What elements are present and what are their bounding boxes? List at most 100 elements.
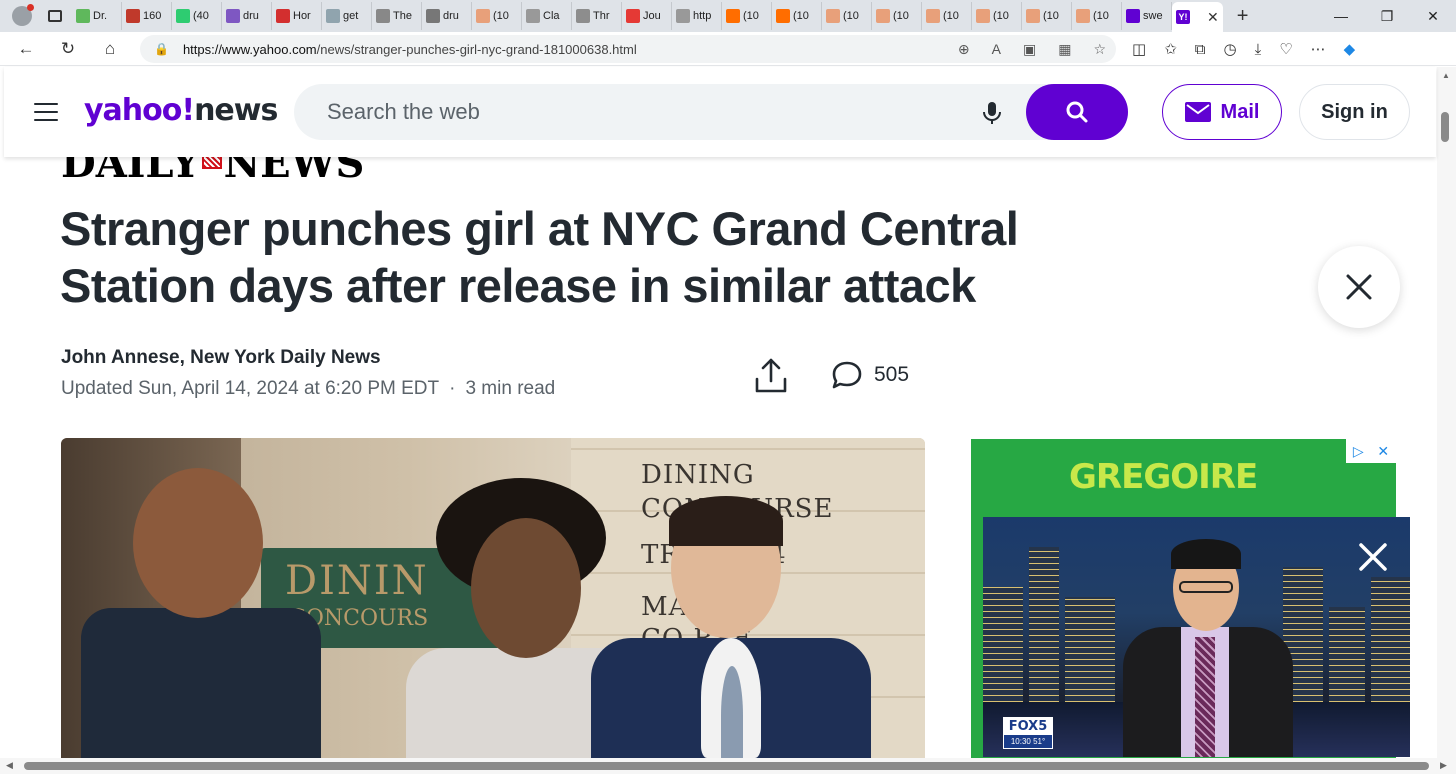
tab-favicon-icon bbox=[726, 9, 740, 23]
downloads-icon[interactable]: ⤓ bbox=[1255, 41, 1262, 58]
photo-person bbox=[721, 666, 743, 758]
zoom-icon[interactable]: ⊕ bbox=[958, 41, 970, 58]
tab-list: Dr. 160 (40 dru Hor get The dru (10 Cla Thr Jou http… bbox=[72, 0, 1172, 32]
favorites-icon[interactable]: ✩ bbox=[1164, 40, 1177, 58]
search-icon bbox=[1066, 101, 1088, 123]
tab-favicon-icon bbox=[376, 9, 390, 23]
back-button[interactable]: ← bbox=[8, 34, 44, 64]
tab-favicon-icon bbox=[476, 9, 490, 23]
photo-person bbox=[471, 518, 581, 658]
sign-text: DININ bbox=[285, 558, 429, 604]
ad-choices[interactable]: ▷ ✕ bbox=[1346, 439, 1396, 463]
browser-tab[interactable]: Dr. bbox=[72, 2, 122, 30]
browser-tab[interactable]: (10 bbox=[822, 2, 872, 30]
browser-tab[interactable]: The bbox=[372, 2, 422, 30]
copilot-icon[interactable]: ◆ bbox=[1344, 40, 1356, 58]
sign-in-button[interactable]: Sign in bbox=[1299, 84, 1410, 140]
yahoo-news-logo[interactable]: yahoo!news bbox=[84, 93, 278, 128]
close-window-button[interactable]: ✕ bbox=[1410, 0, 1456, 32]
new-tab-button[interactable]: + bbox=[1237, 5, 1249, 28]
tab-favicon-icon bbox=[976, 9, 990, 23]
microphone-icon[interactable] bbox=[980, 100, 1004, 126]
browser-tab-strip: Dr. 160 (40 dru Hor get The dru (10 Cla Thr Jou http… bbox=[0, 0, 1456, 32]
browser-tab[interactable]: Cla bbox=[522, 2, 572, 30]
close-video-icon[interactable] bbox=[1355, 539, 1391, 575]
tab-active[interactable]: Y! ✕ bbox=[1172, 2, 1223, 32]
close-tab-icon[interactable]: ✕ bbox=[1207, 9, 1219, 26]
browser-tab[interactable]: (10 bbox=[1022, 2, 1072, 30]
browser-tab[interactable]: (10 bbox=[922, 2, 972, 30]
photo-person bbox=[669, 496, 783, 546]
scroll-left-arrow-icon[interactable]: ◀ bbox=[6, 760, 13, 771]
floating-video-player[interactable]: FOX5 10:30 51° bbox=[983, 517, 1410, 757]
address-bar-row: ← ↻ ⌂ 🔒 https://www.yahoo.com/news/stran… bbox=[0, 32, 1456, 66]
tab-favicon-icon bbox=[1026, 9, 1040, 23]
browser-tab[interactable]: dru bbox=[422, 2, 472, 30]
tab-favicon-icon bbox=[676, 9, 690, 23]
browser-tab[interactable]: http bbox=[672, 2, 722, 30]
tab-favicon-icon bbox=[176, 9, 190, 23]
browser-tab[interactable]: (40 bbox=[172, 2, 222, 30]
scroll-right-arrow-icon[interactable]: ▶ bbox=[1440, 760, 1447, 771]
read-aloud-icon[interactable]: A bbox=[992, 41, 1001, 57]
browser-tab[interactable]: 160 bbox=[122, 2, 172, 30]
browser-tab[interactable]: (10 bbox=[1072, 2, 1122, 30]
comments-button[interactable]: 505 bbox=[830, 360, 909, 390]
yahoo-favicon-icon: Y! bbox=[1176, 10, 1190, 24]
horizontal-scroll-thumb[interactable] bbox=[24, 762, 1429, 770]
mail-icon bbox=[1184, 102, 1211, 122]
browser-tab[interactable]: dru bbox=[222, 2, 272, 30]
tab-actions-icon[interactable] bbox=[48, 10, 62, 22]
share-icon[interactable] bbox=[753, 357, 789, 395]
comment-count: 505 bbox=[874, 363, 910, 386]
immersive-reader-icon[interactable]: ▣ bbox=[1023, 41, 1036, 58]
tab-favicon-icon bbox=[126, 9, 140, 23]
more-menu-icon[interactable]: ⋯ bbox=[1311, 40, 1326, 58]
article-hero-image[interactable]: DININ CONCOURS DINING CONCOURSE TR 02-11… bbox=[61, 438, 925, 758]
tab-favicon-icon bbox=[776, 9, 790, 23]
ad-brand-logo: GREGOIRE bbox=[1069, 457, 1258, 497]
browser-tab[interactable]: (10 bbox=[472, 2, 522, 30]
performance-icon[interactable]: ♡ bbox=[1279, 40, 1292, 58]
adchoices-icon[interactable]: ▷ bbox=[1353, 443, 1364, 460]
tab-favicon-icon bbox=[826, 9, 840, 23]
browser-tab[interactable]: (10 bbox=[872, 2, 922, 30]
minimize-button[interactable]: — bbox=[1318, 0, 1364, 32]
ad-close-icon[interactable]: ✕ bbox=[1377, 443, 1389, 460]
search-input[interactable] bbox=[327, 98, 927, 126]
home-button[interactable]: ⌂ bbox=[92, 34, 128, 64]
scroll-up-arrow-icon[interactable]: ▲ bbox=[1442, 71, 1450, 80]
history-icon[interactable]: ◷ bbox=[1223, 40, 1236, 58]
browser-tab[interactable]: get bbox=[322, 2, 372, 30]
favorite-star-icon[interactable]: ☆ bbox=[1093, 41, 1106, 58]
browser-tab[interactable]: (10 bbox=[722, 2, 772, 30]
search-button[interactable] bbox=[1026, 84, 1128, 140]
mail-button[interactable]: Mail bbox=[1162, 84, 1282, 140]
article-author[interactable]: John Annese, New York Daily News bbox=[61, 347, 381, 369]
collections-icon[interactable]: ⧉ bbox=[1195, 41, 1206, 58]
refresh-button[interactable]: ↻ bbox=[50, 34, 86, 64]
browser-tab[interactable]: Hor bbox=[272, 2, 322, 30]
browser-tab[interactable]: (10 bbox=[972, 2, 1022, 30]
tab-favicon-icon bbox=[1126, 9, 1140, 23]
browser-tab[interactable]: Thr bbox=[572, 2, 622, 30]
browser-tab[interactable]: swe bbox=[1122, 2, 1172, 30]
browser-tab[interactable]: (10 bbox=[772, 2, 822, 30]
tab-favicon-icon bbox=[1076, 9, 1090, 23]
tab-favicon-icon bbox=[926, 9, 940, 23]
split-screen-icon[interactable]: ◫ bbox=[1132, 40, 1146, 58]
menu-icon[interactable] bbox=[34, 103, 58, 121]
vertical-scrollbar[interactable]: ▲ bbox=[1437, 67, 1456, 758]
vertical-scroll-thumb[interactable] bbox=[1441, 112, 1449, 142]
close-icon bbox=[1346, 274, 1372, 300]
profile-avatar-icon[interactable] bbox=[12, 4, 34, 26]
tab-favicon-icon bbox=[76, 9, 90, 23]
horizontal-scrollbar[interactable]: ◀ ▶ bbox=[0, 758, 1456, 774]
url-host: https://www.yahoo.com bbox=[182, 41, 317, 57]
app-available-icon[interactable]: ▦ bbox=[1058, 41, 1071, 58]
close-article-button[interactable] bbox=[1318, 246, 1400, 328]
article-read-time: 3 min read bbox=[465, 378, 556, 399]
url-field[interactable]: 🔒 https://www.yahoo.com/news/stranger-pu… bbox=[140, 35, 1116, 63]
browser-tab[interactable]: Jou bbox=[622, 2, 672, 30]
maximize-button[interactable]: ❐ bbox=[1364, 0, 1410, 32]
